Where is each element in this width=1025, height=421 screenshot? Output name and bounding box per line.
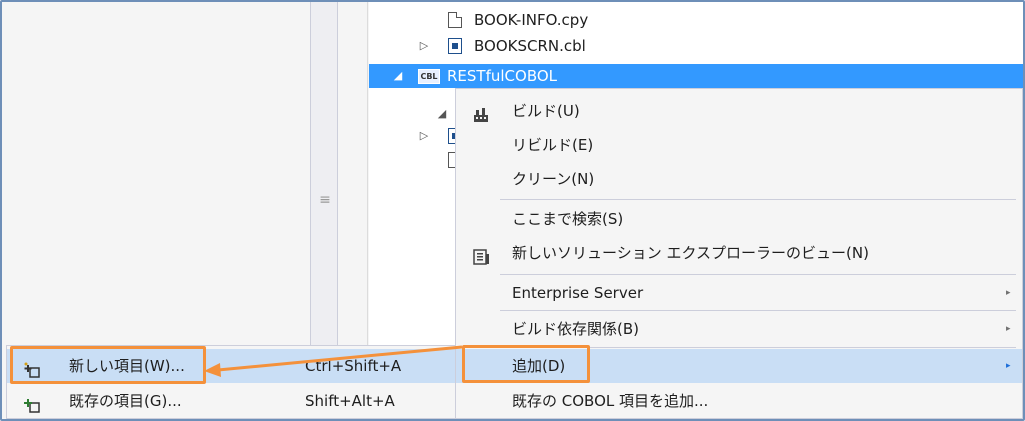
menu-item-new-explorer-view[interactable]: 新しいソリューション エクスプローラーのビュー(N) [456, 236, 1022, 270]
menu-item-rebuild[interactable]: リビルド(E) [456, 128, 1022, 162]
menu-item-label: ここまで検索(S) [512, 210, 624, 228]
menu-item-label: クリーン(N) [512, 170, 595, 188]
menu-item-label: Enterprise Server [512, 284, 644, 302]
window-frame: ≡ BOOK-INFO.cpy ▷ BOOKSCRN.cbl ◢ CBL RES… [0, 0, 1025, 421]
submenu-arrow-icon: ▸ [1006, 361, 1011, 371]
screen-file-icon [448, 38, 462, 54]
menu-item-add-existing-cobol[interactable]: 既存の COBOL 項目を追加... [456, 384, 1022, 418]
menu-item-build-dependencies[interactable]: ビルド依存関係(B) ▸ [456, 312, 1022, 346]
expand-arrow-icon: ▷ [419, 129, 429, 142]
menu-item-existing-item[interactable]: 既存の項目(G)... Shift+Alt+A [7, 384, 455, 418]
tree-item-child[interactable]: ▷ [369, 124, 462, 148]
tree-item-child[interactable] [369, 148, 462, 172]
highlight-add [462, 345, 590, 383]
collapse-arrow-icon: ◢ [437, 107, 447, 120]
menu-item-label: 既存の項目(G)... [69, 392, 182, 410]
tree-item-label: BOOKSCRN.cbl [474, 37, 586, 55]
menu-item-enterprise-server[interactable]: Enterprise Server ▸ [456, 276, 1022, 310]
menu-item-label: リビルド(E) [512, 136, 594, 154]
menu-item-shortcut: Ctrl+Shift+A [305, 357, 402, 375]
collapse-arrow-icon[interactable]: ◢ [391, 64, 405, 88]
tree-item-restfulcobol[interactable]: ◢ CBL RESTfulCOBOL [369, 64, 1023, 88]
menu-item-label: ビルド依存関係(B) [512, 320, 639, 338]
tree-item-label: BOOK-INFO.cpy [474, 11, 589, 29]
menu-separator [500, 274, 1016, 275]
menu-item-build[interactable]: ビルド(U) [456, 94, 1022, 128]
build-icon [472, 102, 490, 122]
submenu-arrow-icon: ▸ [1006, 288, 1011, 298]
splitter-grip-icon[interactable]: ≡ [319, 192, 331, 208]
menu-item-label: 既存の COBOL 項目を追加... [512, 392, 709, 410]
tree-item-label: RESTfulCOBOL [447, 67, 558, 85]
menu-item-shortcut: Shift+Alt+A [305, 392, 395, 410]
menu-separator [500, 310, 1016, 311]
tree-item-bookscrn[interactable]: ▷ BOOKSCRN.cbl [369, 34, 1023, 58]
cobol-project-icon: CBL [418, 69, 440, 84]
menu-item-label: 新しいソリューション エクスプローラーのビュー(N) [512, 244, 869, 262]
menu-item-label: ビルド(U) [512, 102, 580, 120]
existing-item-icon [23, 392, 41, 413]
new-view-icon [472, 244, 490, 265]
copybook-file-icon [448, 12, 462, 28]
tree-item-child[interactable]: ◢ [369, 102, 459, 126]
expand-arrow-icon[interactable]: ▷ [417, 34, 431, 58]
menu-separator [500, 199, 1016, 200]
submenu-arrow-icon: ▸ [1006, 324, 1011, 334]
menu-item-scope-to-this[interactable]: ここまで検索(S) [456, 202, 1022, 236]
highlight-new-item [10, 346, 206, 384]
menu-item-clean[interactable]: クリーン(N) [456, 162, 1022, 196]
tree-item-book-info[interactable]: BOOK-INFO.cpy [369, 8, 1023, 32]
